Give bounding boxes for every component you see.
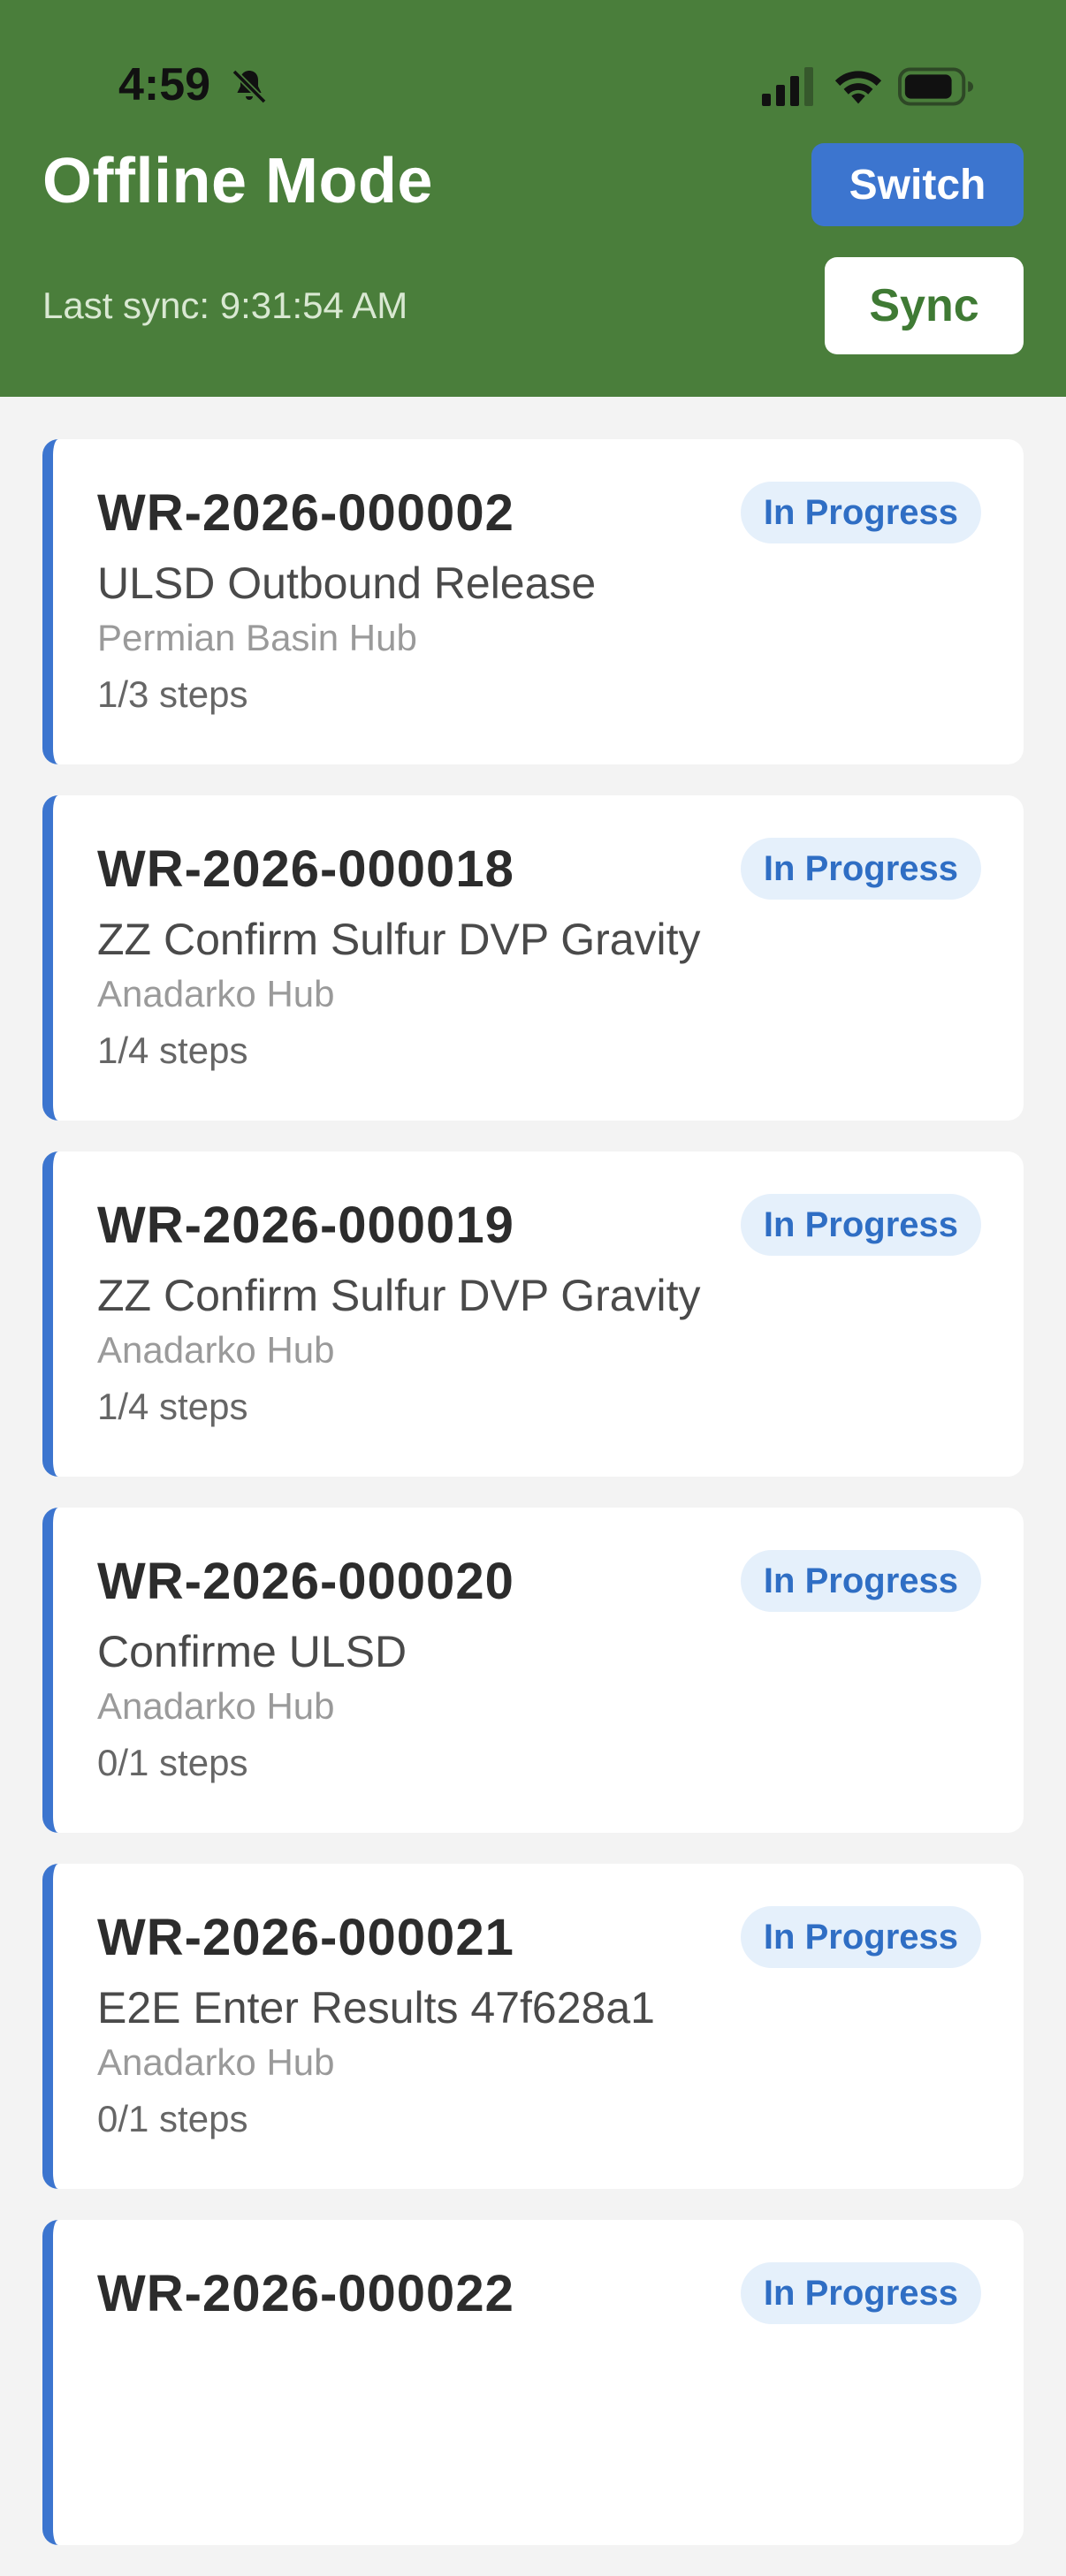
sync-button[interactable]: Sync: [825, 257, 1024, 354]
work-request-hub: Anadarko Hub: [97, 1685, 335, 1727]
work-request-id: WR-2026-000002: [97, 484, 514, 542]
work-request-steps: 1/3 steps: [97, 673, 248, 715]
wifi-icon: [834, 71, 882, 104]
status-badge: In Progress: [740, 482, 981, 543]
page-title: Offline Mode: [42, 146, 433, 217]
status-badge: In Progress: [740, 2262, 981, 2324]
work-request-card[interactable]: WR-2026-000020 In Progress Confirme ULSD…: [42, 1508, 1024, 1833]
status-badge: In Progress: [740, 1906, 981, 1968]
work-request-card[interactable]: WR-2026-000018 In Progress ZZ Confirm Su…: [42, 795, 1024, 1121]
last-sync-text: Last sync: 9:31:54 AM: [42, 285, 408, 326]
cellular-signal-icon: [762, 67, 813, 106]
work-request-card[interactable]: WR-2026-000019 In Progress ZZ Confirm Su…: [42, 1151, 1024, 1477]
switch-button[interactable]: Switch: [811, 143, 1024, 226]
work-request-id: WR-2026-000021: [97, 1909, 514, 1966]
status-time: 4:59: [118, 59, 211, 110]
work-request-id: WR-2026-000020: [97, 1553, 514, 1610]
app-header: 4:59 Offline Mode Switch Last sync: 9:31…: [0, 0, 1066, 397]
status-badge: In Progress: [740, 1550, 981, 1612]
work-request-hub: Anadarko Hub: [97, 2041, 335, 2083]
work-request-hub: Anadarko Hub: [97, 1329, 335, 1371]
work-request-card[interactable]: WR-2026-000021 In Progress E2E Enter Res…: [42, 1864, 1024, 2189]
status-badge: In Progress: [740, 838, 981, 900]
work-request-name: Confirme ULSD: [97, 1627, 407, 1676]
work-request-id: WR-2026-000022: [97, 2265, 514, 2322]
work-request-id: WR-2026-000018: [97, 840, 514, 898]
battery-icon: [898, 67, 974, 106]
work-request-hub: Permian Basin Hub: [97, 617, 417, 658]
work-request-steps: 1/4 steps: [97, 1030, 248, 1071]
work-request-steps: 0/1 steps: [97, 1742, 248, 1783]
work-request-steps: 0/1 steps: [97, 2098, 248, 2139]
work-request-list: WR-2026-000002 In Progress ULSD Outbound…: [0, 439, 1066, 2576]
status-badge: In Progress: [740, 1194, 981, 1256]
work-request-name: E2E Enter Results 47f628a1: [97, 1983, 655, 2033]
work-request-name: ZZ Confirm Sulfur DVP Gravity: [97, 1271, 701, 1320]
work-request-card[interactable]: WR-2026-000022 In Progress: [42, 2220, 1024, 2545]
work-request-hub: Anadarko Hub: [97, 973, 335, 1014]
work-request-name: ULSD Outbound Release: [97, 559, 597, 608]
bell-off-icon: [232, 69, 267, 104]
work-request-steps: 1/4 steps: [97, 1386, 248, 1427]
work-request-name: ZZ Confirm Sulfur DVP Gravity: [97, 915, 701, 964]
work-request-card[interactable]: WR-2026-000002 In Progress ULSD Outbound…: [42, 439, 1024, 764]
work-request-id: WR-2026-000019: [97, 1197, 514, 1254]
